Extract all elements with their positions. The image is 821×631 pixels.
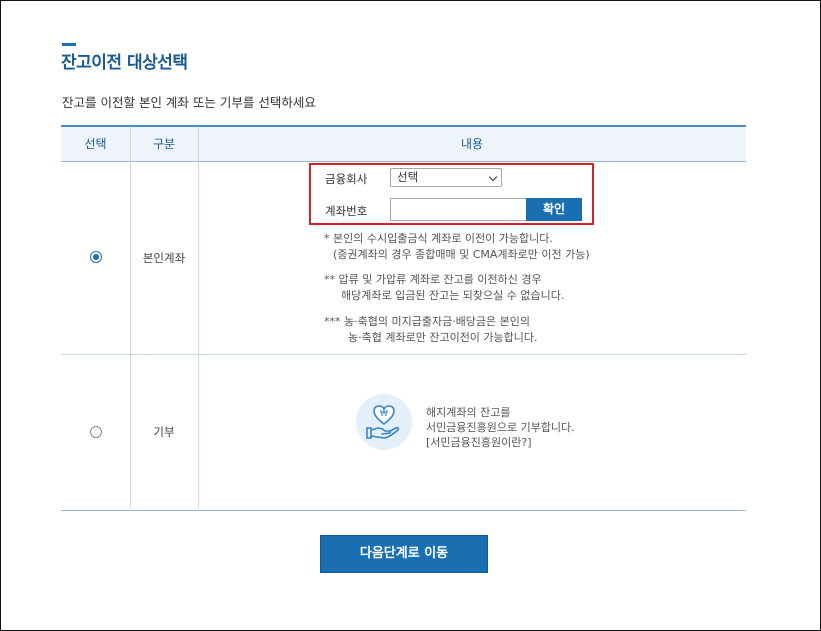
account-label: 계좌번호: [325, 204, 368, 218]
note-line: *** 농·축협의 미지급출자금·배당금은 본인의: [324, 315, 531, 328]
note-line: * 본인의 수시입출금식 계좌로 이전이 가능합니다.: [324, 232, 553, 245]
header-category: 구분: [152, 137, 176, 151]
header-select: 선택: [84, 137, 107, 151]
company-select[interactable]: 선택: [390, 168, 502, 187]
account-number-input[interactable]: [390, 198, 526, 221]
row-divider: [61, 354, 746, 355]
donation-line: 해지계좌의 잔고를: [426, 406, 511, 419]
table-header: 선택 구분 내용: [61, 127, 746, 162]
chevron-down-icon: [488, 172, 498, 182]
note-line: ** 압류 및 가압류 계좌로 잔고를 이전하신 경우: [324, 273, 542, 286]
note-line: (증권계좌의 경우 종합매매 및 CMA계좌로만 이전 가능): [333, 248, 590, 261]
next-step-button[interactable]: 다음단계로 이동: [320, 535, 488, 573]
category-own-account: 본인계좌: [142, 251, 186, 265]
radio-donation[interactable]: [90, 426, 102, 438]
note-line: 농·축협 계좌로만 잔고이전이 가능합니다.: [348, 331, 538, 344]
page-subtitle: 잔고를 이전할 본인 계좌 또는 기부를 선택하세요: [62, 95, 316, 110]
column-divider: [130, 127, 131, 508]
confirm-button[interactable]: 확인: [526, 198, 582, 221]
about-kinfa-link[interactable]: [서민금융진흥원이란?]: [426, 436, 532, 449]
donation-line: 서민금융진흥원으로 기부합니다.: [426, 421, 575, 434]
note-line: 해당계좌로 입금된 잔고는 되찾으실 수 없습니다.: [341, 289, 565, 302]
company-select-value: 선택: [397, 170, 419, 184]
svg-text:₩: ₩: [380, 409, 388, 418]
page-title: 잔고이전 대상선택: [61, 53, 188, 73]
title-accent-bar: [62, 43, 76, 46]
column-divider: [198, 127, 199, 508]
hand-coin-heart-icon: ₩: [356, 394, 412, 450]
donation-description: 해지계좌의 잔고를 서민금융진흥원으로 기부합니다. [서민금융진흥원이란?]: [426, 405, 575, 450]
category-donation: 기부: [153, 425, 175, 439]
company-label: 금융회사: [325, 172, 368, 186]
header-content: 내용: [460, 137, 484, 151]
radio-own-account[interactable]: [90, 251, 102, 263]
